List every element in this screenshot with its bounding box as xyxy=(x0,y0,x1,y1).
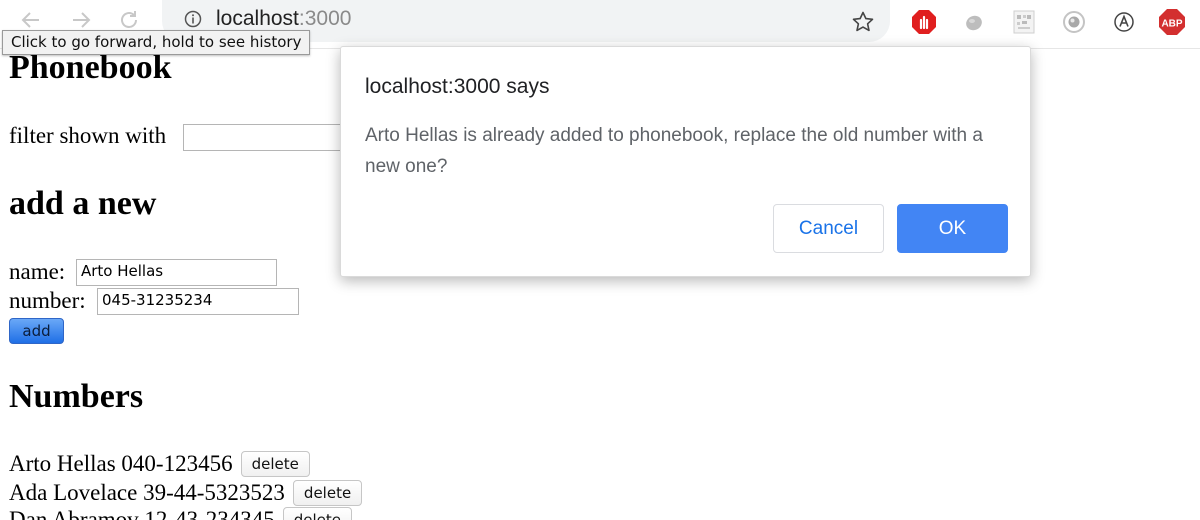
extension-qr-icon[interactable] xyxy=(1010,8,1038,36)
delete-button[interactable]: delete xyxy=(282,507,353,520)
name-label: name: xyxy=(9,259,66,284)
entry-text: Ada Lovelace 39-44-5323523 xyxy=(9,480,285,505)
extension-a-icon[interactable] xyxy=(1110,8,1138,36)
url-text: localhost:3000 xyxy=(216,7,351,31)
bookmark-star-icon[interactable] xyxy=(850,9,876,35)
dialog-title: localhost:3000 says xyxy=(365,75,550,98)
number-label: number: xyxy=(9,288,86,313)
abp-label: ABP xyxy=(1161,19,1182,30)
confirm-dialog: localhost:3000 says Arto Hellas is alrea… xyxy=(340,46,1031,277)
delete-button[interactable]: delete xyxy=(240,451,310,477)
list-item: Dan Abramov 12-43-234345 delete xyxy=(9,505,353,520)
name-input[interactable]: Arto Hellas xyxy=(76,259,277,286)
cancel-button[interactable]: Cancel xyxy=(773,204,884,253)
numbers-heading: Numbers xyxy=(9,378,144,415)
number-input[interactable]: 045-31235234 xyxy=(97,288,299,315)
entry-text: Dan Abramov 12-43-234345 xyxy=(9,507,275,520)
extension-target-icon[interactable] xyxy=(1060,8,1088,36)
info-icon[interactable] xyxy=(184,10,202,28)
url-port: :3000 xyxy=(298,7,352,30)
forward-tooltip: Click to go forward, hold to see history xyxy=(2,30,311,55)
adblock-plus-icon[interactable]: ABP xyxy=(1158,8,1186,36)
filter-input[interactable] xyxy=(183,124,353,151)
delete-button[interactable]: delete xyxy=(292,480,363,506)
list-item: Arto Hellas 040-123456 delete xyxy=(9,449,310,479)
list-item: Ada Lovelace 39-44-5323523 delete xyxy=(9,478,363,508)
ok-button[interactable]: OK xyxy=(897,204,1008,253)
entry-text: Arto Hellas 040-123456 xyxy=(9,451,233,476)
add-button[interactable]: add xyxy=(9,318,64,344)
url-host: localhost xyxy=(216,7,299,30)
extension-blob-icon[interactable] xyxy=(960,8,988,36)
add-heading: add a new xyxy=(9,185,157,222)
adblock-stop-icon[interactable] xyxy=(910,8,938,36)
dialog-message: Arto Hellas is already added to phoneboo… xyxy=(365,125,983,177)
filter-label: filter shown with xyxy=(9,123,167,148)
